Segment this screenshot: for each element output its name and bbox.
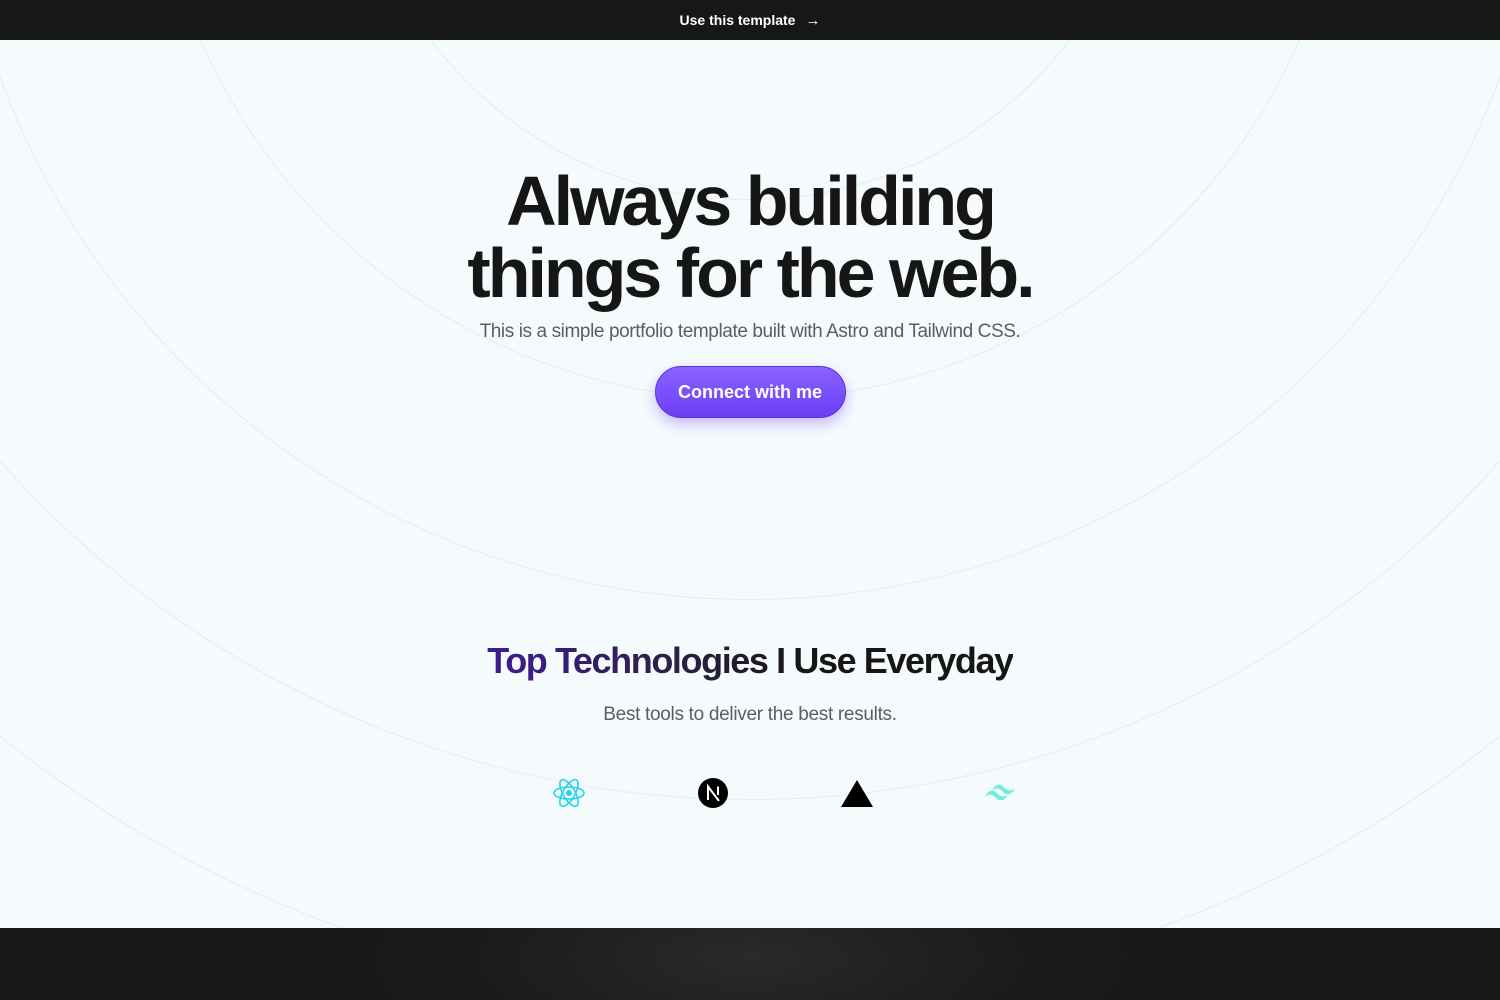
hero-title-line2: things for the web. <box>467 234 1035 312</box>
arrow-right-icon: → <box>805 11 821 29</box>
vercel-icon <box>840 776 874 810</box>
use-template-link[interactable]: Use this template → <box>680 12 821 29</box>
nextjs-icon <box>696 776 730 810</box>
announcement-bar: Use this template → <box>0 0 1500 40</box>
footer <box>0 928 1500 1000</box>
technology-icons <box>0 776 1500 810</box>
technologies-title: Top Technologies I Use Everyday <box>487 640 1014 681</box>
tailwind-icon <box>983 776 1017 810</box>
hero-title: Always building things for the web. <box>400 165 1100 309</box>
technologies-subtitle: Best tools to deliver the best results. <box>603 704 897 725</box>
use-template-label: Use this template <box>679 12 796 28</box>
connect-button[interactable]: Connect with me <box>654 366 846 418</box>
hero-section: Always building things for the web. This… <box>0 165 1500 418</box>
technologies-section: Top Technologies I Use Everyday Best too… <box>0 640 1500 726</box>
hero-subtitle: This is a simple portfolio template buil… <box>479 321 1021 342</box>
hero-title-line1: Always building <box>506 162 997 240</box>
react-icon <box>552 776 586 810</box>
